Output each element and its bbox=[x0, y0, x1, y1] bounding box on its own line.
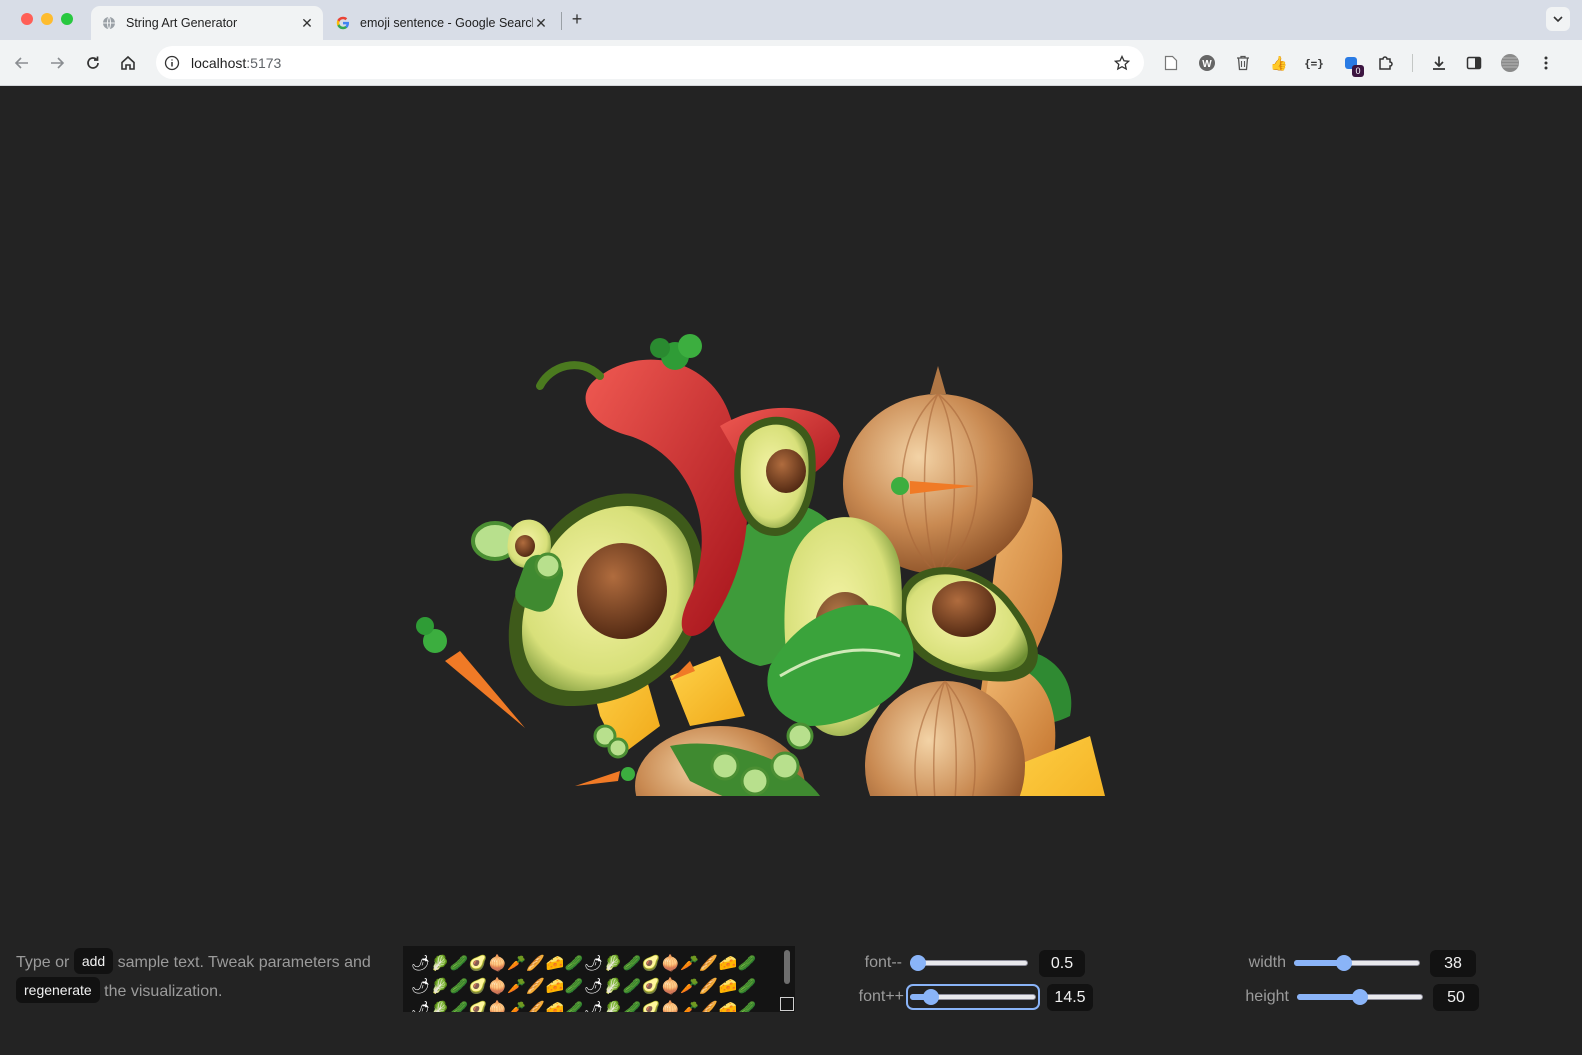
tab-title: String Art Generator bbox=[126, 16, 238, 30]
url-text: localhost:5173 bbox=[191, 55, 281, 71]
param-font-min: font-- 0.5 bbox=[858, 949, 1085, 977]
window-close-button[interactable] bbox=[21, 13, 33, 25]
font-min-value: 0.5 bbox=[1039, 949, 1085, 977]
download-icon[interactable] bbox=[1428, 52, 1450, 74]
extension-badge-icon[interactable]: 0 bbox=[1340, 52, 1364, 77]
new-tab-plus-icon[interactable]: + bbox=[567, 9, 587, 29]
param-height: height 50 bbox=[1243, 983, 1479, 1011]
side-panel-icon[interactable] bbox=[1463, 52, 1485, 74]
slider-fill bbox=[1297, 994, 1360, 1000]
extension-badge-count: 0 bbox=[1352, 65, 1364, 77]
string-art-visualization bbox=[416, 334, 1105, 796]
url-port: :5173 bbox=[246, 54, 282, 71]
height-value: 50 bbox=[1433, 983, 1479, 1011]
param-font-max: font++ 14.5 bbox=[856, 983, 1093, 1011]
font-min-slider[interactable] bbox=[910, 954, 1028, 972]
menu-kebab-icon[interactable] bbox=[1535, 52, 1557, 74]
control-panel: Type or add sample text. Tweak parameter… bbox=[0, 944, 1582, 1054]
tab-close-icon[interactable]: ✕ bbox=[533, 15, 549, 31]
svg-text:W: W bbox=[1202, 59, 1212, 70]
slider-thumb[interactable] bbox=[1352, 989, 1368, 1005]
bookmark-star-icon[interactable] bbox=[1112, 53, 1132, 73]
regenerate-button[interactable]: regenerate bbox=[16, 977, 100, 1003]
width-label: width bbox=[1248, 954, 1286, 971]
intro-text-part1: Type or bbox=[16, 954, 70, 971]
toolbar-divider bbox=[1412, 54, 1413, 72]
google-icon bbox=[335, 15, 351, 31]
tab-title: emoji sentence - Google Search bbox=[360, 16, 533, 30]
address-bar[interactable]: localhost:5173 bbox=[156, 46, 1144, 79]
height-label: height bbox=[1245, 988, 1289, 1005]
url-host: localhost bbox=[191, 54, 247, 71]
trash-icon[interactable] bbox=[1232, 52, 1254, 74]
back-arrow-icon[interactable] bbox=[10, 51, 34, 75]
font-max-label: font++ bbox=[858, 988, 904, 1005]
intro-text: Type or add sample text. Tweak parameter… bbox=[16, 948, 386, 1006]
width-slider[interactable] bbox=[1294, 954, 1420, 972]
browser-toolbar: localhost:5173 W 👍 {=} 0 bbox=[0, 40, 1582, 86]
slider-thumb[interactable] bbox=[923, 989, 940, 1005]
tab-close-icon[interactable]: ✕ bbox=[299, 15, 315, 31]
browser-tab-strip: String Art Generator ✕ emoji sentence - … bbox=[0, 0, 1582, 40]
extensions-puzzle-icon[interactable] bbox=[1375, 52, 1397, 74]
intro-text-part2: sample text. Tweak parameters and bbox=[117, 954, 371, 971]
tab-divider bbox=[561, 12, 562, 30]
font-max-value: 14.5 bbox=[1047, 983, 1093, 1011]
site-info-icon[interactable] bbox=[164, 55, 180, 71]
param-width: width 38 bbox=[1246, 949, 1476, 977]
forward-arrow-icon[interactable] bbox=[45, 51, 69, 75]
thumbs-up-icon[interactable]: 👍 bbox=[1268, 52, 1290, 74]
json-braces-icon[interactable]: {=} bbox=[1303, 52, 1325, 74]
window-minimize-button[interactable] bbox=[41, 13, 53, 25]
wordpress-icon[interactable]: W bbox=[1196, 52, 1218, 74]
width-value: 38 bbox=[1430, 949, 1476, 977]
slider-track bbox=[910, 960, 1028, 966]
page-icon[interactable] bbox=[1160, 52, 1182, 74]
font-max-slider[interactable] bbox=[906, 984, 1040, 1010]
app-canvas: Type or add sample text. Tweak parameter… bbox=[0, 86, 1582, 1055]
tab-search-chevron-icon[interactable] bbox=[1546, 7, 1570, 31]
slider-thumb[interactable] bbox=[910, 955, 926, 971]
add-button[interactable]: add bbox=[73, 948, 114, 974]
globe-icon bbox=[101, 15, 117, 31]
window-zoom-button[interactable] bbox=[61, 13, 73, 25]
tab-google-search[interactable]: emoji sentence - Google Search ✕ bbox=[325, 6, 557, 40]
font-min-label: font-- bbox=[864, 954, 902, 971]
sample-text-area[interactable]: 🌶🥬🥒🥑🧅🥕🥖🧀🥒🌶🥬🥒🥑🧅🥕🥖🧀🥒🌶🥬🥒🥑🧅🥕🥖🧀🥒🌶🥬🥒🥑🧅🥕🥖🧀🥒🌶🥬🥒🥑… bbox=[403, 946, 795, 1012]
slider-thumb[interactable] bbox=[1335, 955, 1352, 971]
profile-avatar-icon[interactable] bbox=[1499, 52, 1521, 74]
home-icon[interactable] bbox=[116, 51, 140, 75]
intro-text-part3: the visualization. bbox=[104, 983, 223, 1000]
reload-icon[interactable] bbox=[81, 51, 105, 75]
height-slider[interactable] bbox=[1297, 988, 1423, 1006]
tab-string-art-generator[interactable]: String Art Generator ✕ bbox=[91, 6, 323, 40]
